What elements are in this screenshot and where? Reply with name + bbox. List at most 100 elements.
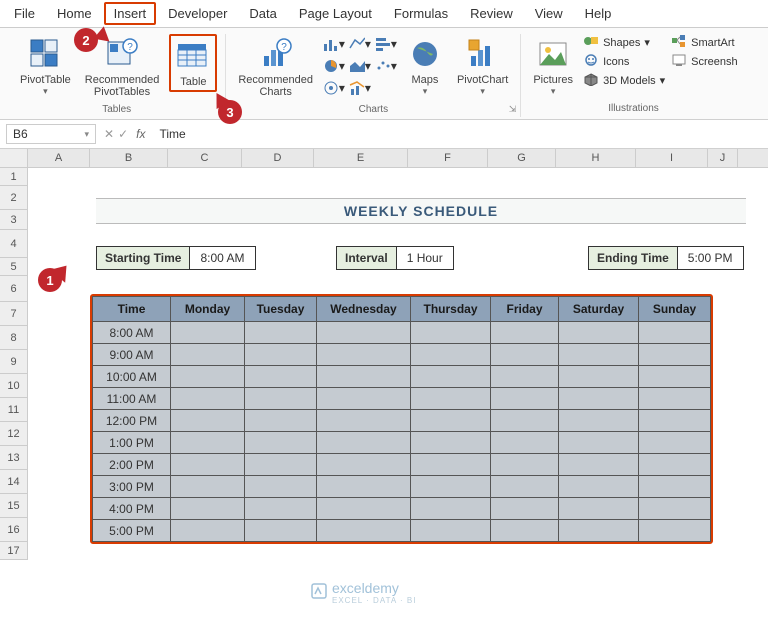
table-cell[interactable] <box>245 322 317 344</box>
table-cell[interactable] <box>491 520 559 542</box>
table-cell[interactable]: 12:00 PM <box>93 410 171 432</box>
table-cell[interactable] <box>171 388 245 410</box>
table-cell[interactable] <box>559 344 639 366</box>
table-cell[interactable] <box>559 388 639 410</box>
row-header-13[interactable]: 13 <box>0 446 28 470</box>
column-chart-icon[interactable]: ▾ <box>323 34 345 54</box>
pictures-button[interactable]: Pictures ▾ <box>529 34 577 99</box>
table-cell[interactable] <box>411 410 491 432</box>
table-cell[interactable] <box>317 520 411 542</box>
row-header-3[interactable]: 3 <box>0 210 28 230</box>
table-cell[interactable]: 8:00 AM <box>93 322 171 344</box>
table-cell[interactable] <box>639 498 711 520</box>
table-cell[interactable]: 5:00 PM <box>93 520 171 542</box>
menu-help[interactable]: Help <box>575 2 622 25</box>
icons-button[interactable]: Icons <box>583 53 665 70</box>
table-cell[interactable] <box>171 344 245 366</box>
table-cell[interactable] <box>491 410 559 432</box>
menu-view[interactable]: View <box>525 2 573 25</box>
menu-review[interactable]: Review <box>460 2 523 25</box>
table-cell[interactable] <box>317 498 411 520</box>
line-chart-icon[interactable]: ▾ <box>349 34 371 54</box>
table-cell[interactable] <box>171 498 245 520</box>
table-cell[interactable] <box>639 344 711 366</box>
table-cell[interactable] <box>317 454 411 476</box>
row-header-8[interactable]: 8 <box>0 326 28 350</box>
row-header-15[interactable]: 15 <box>0 494 28 518</box>
table-cell[interactable] <box>639 454 711 476</box>
menu-formulas[interactable]: Formulas <box>384 2 458 25</box>
name-box[interactable]: B6▾ <box>6 124 96 144</box>
table-cell[interactable] <box>411 322 491 344</box>
table-cell[interactable] <box>171 520 245 542</box>
table-header[interactable]: Sunday <box>639 297 711 322</box>
table-cell[interactable] <box>171 454 245 476</box>
table-cell[interactable] <box>639 410 711 432</box>
table-cell[interactable] <box>245 476 317 498</box>
table-cell[interactable] <box>639 520 711 542</box>
charts-dialog-launcher-icon[interactable]: ⇲ <box>509 104 517 115</box>
table-cell[interactable] <box>245 344 317 366</box>
formula-input[interactable]: Time <box>153 125 762 143</box>
row-header-5[interactable]: 5 <box>0 258 28 276</box>
enter-icon[interactable]: ✓ <box>118 127 128 141</box>
pivotchart-button[interactable]: PivotChart ▾ <box>453 34 512 99</box>
table-row[interactable]: 5:00 PM <box>93 520 711 542</box>
table-cell[interactable] <box>245 520 317 542</box>
row-header-2[interactable]: 2 <box>0 186 28 210</box>
column-header-E[interactable]: E <box>314 149 408 167</box>
table-cell[interactable]: 10:00 AM <box>93 366 171 388</box>
table-header[interactable]: Friday <box>491 297 559 322</box>
table-cell[interactable] <box>491 476 559 498</box>
table-cell[interactable] <box>559 520 639 542</box>
table-cell[interactable]: 11:00 AM <box>93 388 171 410</box>
table-cell[interactable] <box>245 410 317 432</box>
column-header-I[interactable]: I <box>636 149 708 167</box>
table-header[interactable]: Tuesday <box>245 297 317 322</box>
table-header[interactable]: Time <box>93 297 171 322</box>
area-chart-icon[interactable]: ▾ <box>349 56 371 76</box>
table-row[interactable]: 11:00 AM <box>93 388 711 410</box>
table-cell[interactable] <box>639 322 711 344</box>
table-row[interactable]: 2:00 PM <box>93 454 711 476</box>
table-row[interactable]: 12:00 PM <box>93 410 711 432</box>
table-cell[interactable] <box>317 476 411 498</box>
table-cell[interactable] <box>411 476 491 498</box>
interval-value[interactable]: 1 Hour <box>397 246 454 270</box>
table-cell[interactable] <box>411 388 491 410</box>
row-header-6[interactable]: 6 <box>0 276 28 302</box>
table-button[interactable]: Table <box>169 34 217 92</box>
table-cell[interactable] <box>245 498 317 520</box>
pivottable-button[interactable]: PivotTable ▾ <box>16 34 75 99</box>
table-cell[interactable] <box>639 476 711 498</box>
table-header[interactable]: Wednesday <box>317 297 411 322</box>
table-cell[interactable] <box>171 366 245 388</box>
table-cell[interactable] <box>411 432 491 454</box>
table-cell[interactable]: 4:00 PM <box>93 498 171 520</box>
table-cell[interactable] <box>491 454 559 476</box>
table-cell[interactable] <box>317 344 411 366</box>
column-header-F[interactable]: F <box>408 149 488 167</box>
column-header-B[interactable]: B <box>90 149 168 167</box>
table-cell[interactable] <box>171 322 245 344</box>
table-cell[interactable] <box>491 344 559 366</box>
recommended-charts-button[interactable]: ? Recommended Charts <box>234 34 317 100</box>
menu-page layout[interactable]: Page Layout <box>289 2 382 25</box>
stock-chart-icon[interactable]: ▾ <box>323 78 345 98</box>
column-header-C[interactable]: C <box>168 149 242 167</box>
bar-chart-icon[interactable]: ▾ <box>375 34 397 54</box>
table-cell[interactable] <box>411 454 491 476</box>
table-cell[interactable] <box>639 432 711 454</box>
table-cell[interactable] <box>411 366 491 388</box>
table-cell[interactable] <box>171 410 245 432</box>
shapes-button[interactable]: Shapes ▾ <box>583 34 665 51</box>
row-header-14[interactable]: 14 <box>0 470 28 494</box>
3d-models-button[interactable]: 3D Models ▾ <box>583 72 665 89</box>
cell-area[interactable]: WEEKLY SCHEDULE Starting Time 8:00 AM In… <box>28 168 768 560</box>
table-cell[interactable] <box>559 498 639 520</box>
table-header[interactable]: Saturday <box>559 297 639 322</box>
table-row[interactable]: 4:00 PM <box>93 498 711 520</box>
table-cell[interactable] <box>245 432 317 454</box>
table-cell[interactable] <box>559 366 639 388</box>
table-cell[interactable]: 9:00 AM <box>93 344 171 366</box>
